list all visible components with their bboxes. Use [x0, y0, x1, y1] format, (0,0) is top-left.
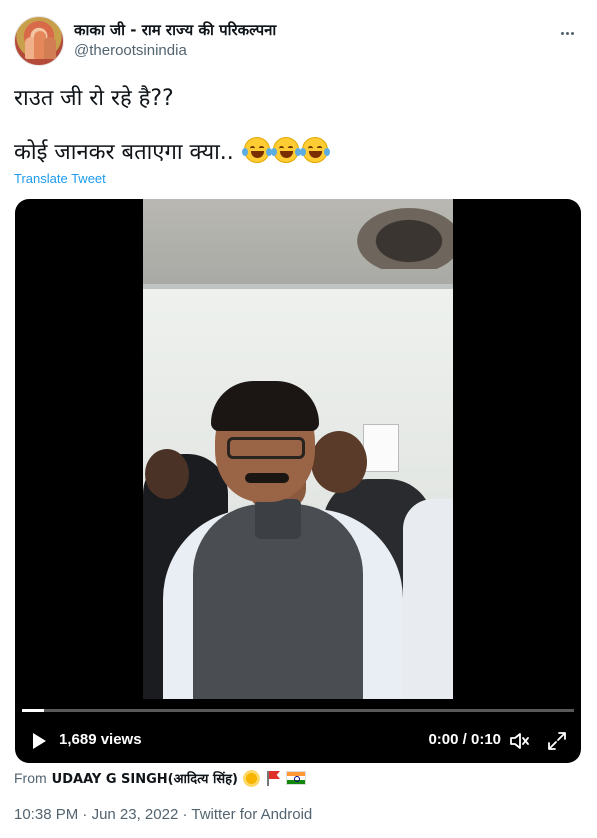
- sun-icon: [243, 769, 260, 787]
- fullscreen-icon[interactable]: [547, 731, 567, 751]
- face-with-tears-of-joy-icon: [299, 137, 330, 163]
- red-flag-icon: [265, 770, 281, 786]
- more-options-icon[interactable]: [556, 22, 578, 44]
- frame-fan: [343, 199, 453, 269]
- play-icon[interactable]: [33, 733, 46, 749]
- dot: [560, 31, 564, 35]
- tweet-text-line2: कोई जानकर बताएगा क्या..: [14, 140, 234, 165]
- video-progress-bar[interactable]: [22, 709, 574, 712]
- india-flag-icon: [286, 771, 306, 785]
- source-prefix: From: [14, 770, 47, 786]
- tweet-header: काका जी - राम राज्य की परिकल्पना @theroo…: [14, 16, 584, 68]
- avatar-figure: [44, 37, 56, 59]
- video-player[interactable]: 1,689 views 0:00 / 0:10: [15, 199, 581, 763]
- volume-icon[interactable]: [509, 731, 531, 751]
- face-with-tears-of-joy-icon: [270, 137, 301, 163]
- frame-person-right-head: [311, 431, 367, 493]
- source-name-link[interactable]: UDAAY G SINGH(आदित्य सिंह): [52, 769, 238, 787]
- dot: [570, 31, 574, 35]
- video-frame: [143, 199, 453, 699]
- tweet-text-line1: राउत जी रो रहे है??: [14, 86, 174, 111]
- video-progress-fill: [22, 709, 45, 712]
- tweet-meta: 10:38 PM · Jun 23, 2022 · Twitter for An…: [14, 806, 312, 823]
- tweet-client: Twitter for Android: [191, 806, 313, 823]
- dot: [565, 31, 569, 35]
- video-source-attribution: From UDAAY G SINGH(आदित्य सिंह): [14, 769, 306, 787]
- tweet-time-link[interactable]: 10:38 PM: [14, 806, 78, 823]
- face-with-tears-of-joy-icon: [241, 137, 272, 163]
- tweet-text-line2-row: कोई जानकर बताएगा क्या..: [14, 136, 584, 170]
- tweet-text: राउत जी रो रहे है?? कोई जानकर बताएगा क्य…: [14, 82, 584, 170]
- frame-person-edge: [403, 499, 453, 699]
- frame-main-person-glasses: [227, 437, 305, 459]
- author-handle[interactable]: @therootsinindia: [74, 42, 276, 60]
- video-time: 0:00 / 0:10: [428, 731, 501, 748]
- translate-tweet-link[interactable]: Translate Tweet: [14, 171, 106, 186]
- frame-main-person-mustache: [245, 473, 289, 483]
- tweet-date-link[interactable]: Jun 23, 2022: [92, 806, 179, 823]
- meta-separator: ·: [182, 806, 188, 823]
- frame-poster: [363, 424, 399, 472]
- meta-separator: ·: [82, 806, 88, 823]
- author-block: काका जी - राम राज्य की परिकल्पना @theroo…: [74, 21, 276, 60]
- avatar[interactable]: [14, 16, 64, 66]
- author-display-name[interactable]: काका जी - राम राज्य की परिकल्पना: [74, 21, 276, 39]
- frame-person-left-head: [145, 449, 189, 499]
- video-controls: 1,689 views 0:00 / 0:10: [15, 719, 581, 759]
- video-views: 1,689 views: [59, 731, 142, 748]
- frame-main-person-collar: [255, 499, 301, 539]
